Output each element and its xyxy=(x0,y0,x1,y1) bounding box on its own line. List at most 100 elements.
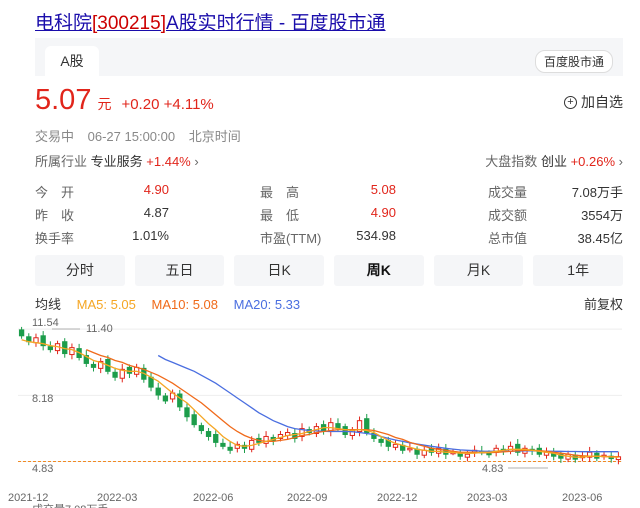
candle-body xyxy=(213,433,219,443)
tab-monthly-k[interactable]: 月K xyxy=(433,255,524,286)
period-tabs: 分时 五日 日K 周K 月K 1年 xyxy=(35,255,624,286)
candle-body xyxy=(90,363,97,368)
market-tabs: A股 百度股市通 xyxy=(35,38,623,76)
tab-a-share[interactable]: A股 xyxy=(45,46,99,76)
ma5-legend: MA5: 5.05 xyxy=(76,297,136,312)
stat-label: 昨 收 xyxy=(35,208,75,223)
trading-status: 交易中 06-27 15:00:00 北京时间 xyxy=(35,126,251,145)
change-value: +0.20 xyxy=(121,96,160,113)
page-title[interactable]: 电科院[300215]A股实时行情 - 百度股市通 xyxy=(35,8,386,35)
candle-body xyxy=(184,407,190,418)
candle-body xyxy=(191,414,197,426)
index-name: 创业 xyxy=(540,154,567,169)
stat-label: 市盈(TTM) xyxy=(260,231,322,246)
tab-five-day[interactable]: 五日 xyxy=(134,255,225,286)
stock-name: 电科院 xyxy=(35,13,93,34)
ma10-line xyxy=(86,349,619,458)
low-point-label: 4.83 xyxy=(482,463,503,475)
source-badge[interactable]: 百度股市通 xyxy=(534,50,613,73)
candle-body xyxy=(126,366,133,374)
stat-pe: 市盈(TTM) 534.98 xyxy=(260,228,396,248)
candle-body xyxy=(177,393,183,408)
candle-body xyxy=(486,452,492,456)
tab-weekly-k[interactable]: 周K xyxy=(334,255,424,286)
stat-open: 今 开 4.90 xyxy=(35,182,169,202)
industry-row: 所属行业 专业服务 +1.44% › 大盘指数 创业 +0.26% › xyxy=(35,151,623,170)
stat-label: 成交量 xyxy=(488,185,528,200)
stat-label: 换手率 xyxy=(35,231,75,246)
candle-body xyxy=(162,395,169,402)
index-label: 大盘指数 xyxy=(485,154,538,169)
x-tick-label: 2022-03 xyxy=(97,492,137,504)
x-tick-label: 2022-06 xyxy=(193,492,233,504)
stat-label: 总市值 xyxy=(488,231,528,246)
x-tick-label: 2023-06 xyxy=(562,492,602,504)
kline-chart[interactable]: 11.54 11.40 8.18 4.83 4.83 2021-12 2022-03 2022… xyxy=(0,312,640,508)
candle-body xyxy=(112,371,118,378)
stat-value: 3554万 xyxy=(581,208,623,223)
stat-value: 534.98 xyxy=(356,228,396,243)
x-tick-label: 2021-12 xyxy=(8,492,48,504)
candle-body xyxy=(342,426,348,435)
tab-one-year[interactable]: 1年 xyxy=(533,255,624,286)
stat-turnover-amount: 成交额 3554万 xyxy=(488,205,623,225)
stat-market-cap: 总市值 38.45亿 xyxy=(488,228,623,248)
page-title-link[interactable]: 电科院[300215]A股实时行情 - 百度股市通 xyxy=(35,13,386,34)
status-text: 交易中 xyxy=(35,129,75,144)
candle-body xyxy=(227,446,233,451)
stat-value: 38.45亿 xyxy=(577,231,623,246)
candle-body xyxy=(18,329,25,337)
candle-body xyxy=(464,453,471,458)
x-tick-label: 2022-09 xyxy=(287,492,327,504)
ma5-line xyxy=(21,339,619,458)
stat-volume: 成交量 7.08万手 xyxy=(488,182,623,202)
add-watchlist-button[interactable]: + 加自选 xyxy=(564,92,623,112)
status-tz: 北京时间 xyxy=(188,129,241,144)
add-watchlist-label: 加自选 xyxy=(581,94,623,110)
candle-body xyxy=(205,431,212,437)
ma20-legend: MA20: 5.33 xyxy=(233,297,301,312)
stat-value: 7.08万手 xyxy=(571,185,623,200)
stat-value: 4.87 xyxy=(143,205,169,220)
plus-circle-icon: + xyxy=(564,95,577,109)
industry-link[interactable]: 专业服务 +1.44% › xyxy=(91,154,199,169)
stat-high: 最 高 5.08 xyxy=(260,182,396,202)
stat-value: 4.90 xyxy=(370,205,396,220)
high-price-label: 11.54 xyxy=(32,317,59,329)
stat-label: 成交额 xyxy=(488,208,528,223)
candle-body xyxy=(392,443,399,448)
index-pct: +0.26% xyxy=(570,154,616,169)
kline-svg: 11.54 11.40 8.18 4.83 4.83 2021-12 2022-03 2022… xyxy=(8,317,622,508)
candle-body xyxy=(220,442,226,447)
stock-code: [300215] xyxy=(92,13,166,34)
tab-daily-k[interactable]: 日K xyxy=(234,255,325,286)
stat-value: 4.90 xyxy=(143,182,169,197)
stat-label: 最 高 xyxy=(260,185,300,200)
index-link[interactable]: 大盘指数 创业 +0.26% › xyxy=(485,151,623,170)
price-row: 5.07 元 +0.20 +4.11% xyxy=(35,84,214,120)
chevron-right-icon: › xyxy=(194,154,199,169)
stat-label: 最 低 xyxy=(260,208,300,223)
x-tick-label: 2023-03 xyxy=(467,492,507,504)
industry-name: 专业服务 xyxy=(90,154,143,169)
title-rest: A股实时行情 - 百度股市通 xyxy=(165,13,386,34)
ma-avg-label: 均线 xyxy=(35,297,62,312)
adjust-toggle[interactable]: 前复权 xyxy=(584,294,623,313)
stat-label: 今 开 xyxy=(35,185,75,200)
change-percent: +4.11% xyxy=(163,96,214,113)
price-unit: 元 xyxy=(97,96,112,112)
stat-prev-close: 昨 收 4.87 xyxy=(35,205,169,225)
ma-legend: 均线 MA5: 5.05 MA10: 5.08 MA20: 5.33 前复权 xyxy=(35,294,623,313)
candle-body xyxy=(407,447,413,451)
x-tick-label: 2022-12 xyxy=(377,492,417,504)
mid-price-label: 8.18 xyxy=(32,393,53,405)
tab-intraday[interactable]: 分时 xyxy=(35,255,125,286)
low-price-label: 4.83 xyxy=(32,463,53,475)
candle-body xyxy=(198,425,205,432)
candle-body xyxy=(69,347,75,356)
industry-label: 所属行业 xyxy=(35,154,88,169)
candle-body xyxy=(155,387,161,396)
status-time: 06-27 15:00:00 xyxy=(87,129,176,144)
chevron-right-icon: › xyxy=(618,154,623,169)
high-close-label: 11.40 xyxy=(86,323,113,335)
